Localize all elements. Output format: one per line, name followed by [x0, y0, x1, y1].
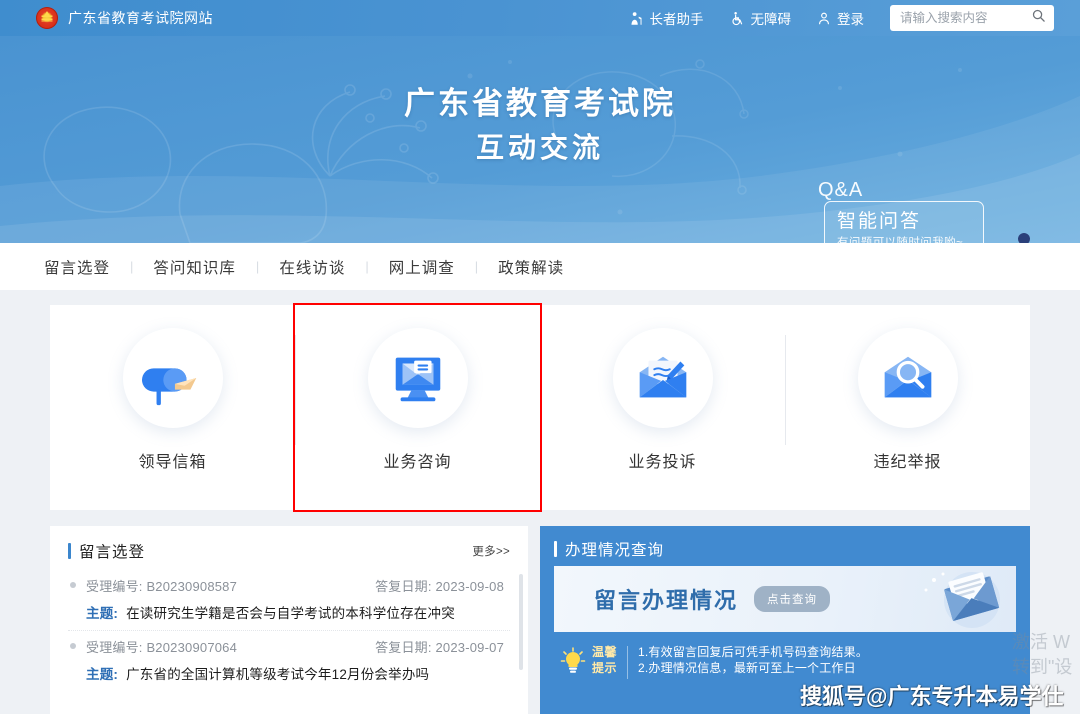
hero-banner: 广东省教育考试院 互动交流 Q&A 智能问答 有问题可以随时问我哟~ — [0, 36, 1080, 243]
reply-date-value: 2023-09-08 — [435, 579, 504, 594]
accessibility-label: 无障碍 — [750, 12, 792, 27]
top-bar: 广东省教育考试院网站 长者助手 无障碍 登录 请输入搜索内容 — [0, 0, 1080, 36]
mailbox-icon — [122, 328, 223, 428]
nav-item-wangshangdiaocha[interactable]: 网上调查 — [389, 256, 455, 278]
panel-title: 办理情况查询 — [565, 542, 665, 559]
service-card-label: 业务咨询 — [383, 454, 452, 471]
panel-title-group: 留言选登 — [68, 540, 145, 562]
case-number: 受理编号: B20230907064 — [86, 637, 237, 656]
national-emblem-icon — [36, 7, 58, 29]
case-number-value: B20230907064 — [146, 640, 238, 655]
tips-section: 温馨 提示 1.有效留言回复后可凭手机号码查询结果。 2.办理情况信息，最新可至… — [554, 644, 1016, 681]
message-selection-panel: 留言选登 更多>> 受理编号: B20230908587 答复日期: 2023-… — [50, 526, 528, 714]
message-meta: 受理编号: B20230908587 答复日期: 2023-09-08 — [86, 576, 504, 595]
nav-item-zaixianfangtan[interactable]: 在线访谈 — [279, 256, 345, 278]
list-item[interactable]: 受理编号: B20230908587 答复日期: 2023-09-08 主题: … — [68, 570, 510, 631]
subject-text[interactable]: 广东省的全国计算机等级考试今年12月份会举办吗 — [126, 663, 429, 683]
tip-line: 1.有效留言回复后可凭手机号码查询结果。 — [638, 645, 869, 659]
processing-status-panel: 办理情况查询 留言办理情况 点击查询 温馨 提示 1.有效留言回复后可凭手机号码… — [540, 526, 1030, 714]
tip-line: 2.办理情况信息，最新可至上一个工作日 — [638, 661, 856, 675]
reply-date-label: 答复日期: — [375, 640, 432, 655]
panel-header: 办理情况查询 — [554, 538, 1016, 560]
more-link[interactable]: 更多>> — [472, 543, 510, 559]
main-nav: 留言选登 | 答问知识库 | 在线访谈 | 网上调查 | 政策解读 — [0, 243, 1080, 290]
search-box[interactable] — [890, 5, 1054, 31]
title-accent-bar — [68, 543, 71, 559]
reply-date: 答复日期: 2023-09-07 — [375, 637, 504, 656]
case-number-label: 受理编号: — [86, 640, 143, 655]
panel-scrollbar[interactable] — [519, 574, 523, 670]
page-root: 广东省教育考试院网站 长者助手 无障碍 登录 请输入搜索内容 广东省教育考试院 … — [0, 0, 1080, 714]
top-bar-links: 长者助手 无障碍 登录 请输入搜索内容 — [629, 5, 1054, 31]
case-number-value: B20230908587 — [146, 579, 238, 594]
service-card-panel: 领导信箱 业务咨询 业务投诉 违纪举报 — [50, 303, 1030, 512]
message-subject-row: 主题: 在读研究生学籍是否会与自学考试的本科学位存在冲突 — [86, 602, 504, 622]
qa-bubble-subtitle: 有问题可以随时问我哟~ — [837, 237, 964, 243]
nav-item-zhengcejiedu[interactable]: 政策解读 — [498, 256, 564, 278]
nav-separator: | — [255, 259, 260, 274]
tips-label-line2: 提示 — [592, 661, 618, 675]
search-icon[interactable] — [1031, 8, 1046, 28]
elder-assistant-link[interactable]: 长者助手 — [629, 8, 704, 28]
qa-bubble[interactable]: 智能问答 有问题可以随时问我哟~ — [824, 201, 984, 243]
user-icon — [817, 11, 831, 26]
envelope-illustration-icon — [910, 568, 1010, 632]
reply-date-value: 2023-09-07 — [435, 640, 504, 655]
site-brand[interactable]: 广东省教育考试院网站 — [36, 7, 213, 29]
message-list: 受理编号: B20230908587 答复日期: 2023-09-08 主题: … — [68, 570, 510, 691]
site-name: 广东省教育考试院网站 — [68, 10, 213, 26]
nav-separator: | — [130, 259, 134, 274]
envelope-magnifier-icon — [857, 328, 958, 428]
case-number: 受理编号: B20230908587 — [86, 576, 237, 595]
message-subject-row: 主题: 广东省的全国计算机等级考试今年12月份会举办吗 — [86, 663, 504, 683]
reply-date: 答复日期: 2023-09-08 — [375, 576, 504, 595]
lightbulb-icon — [560, 646, 586, 681]
service-card-business-consult[interactable]: 业务咨询 — [293, 303, 542, 512]
panel-header: 留言选登 更多>> — [68, 540, 510, 562]
nav-separator: | — [365, 259, 369, 274]
tips-divider — [627, 646, 629, 679]
banner-subtitle: 互动交流 — [475, 132, 604, 163]
query-button[interactable]: 点击查询 — [754, 586, 831, 612]
tips-content: 1.有效留言回复后可凭手机号码查询结果。 2.办理情况信息，最新可至上一个工作日 — [638, 644, 868, 676]
service-card-label: 领导信箱 — [138, 454, 207, 471]
panel-title: 留言选登 — [79, 544, 146, 561]
query-banner-text: 留言办理情况 — [594, 588, 739, 613]
query-banner[interactable]: 留言办理情况 点击查询 — [554, 566, 1016, 632]
message-meta: 受理编号: B20230907064 答复日期: 2023-09-07 — [86, 637, 504, 656]
qa-bubble-title: 智能问答 — [837, 211, 922, 232]
nav-item-liuyanxuandeng[interactable]: 留言选登 — [44, 256, 110, 278]
subject-text[interactable]: 在读研究生学籍是否会与自学考试的本科学位存在冲突 — [126, 602, 455, 622]
tips-label-line1: 温馨 — [592, 645, 618, 659]
subject-label: 主题: — [86, 606, 119, 621]
login-label: 登录 — [837, 12, 864, 27]
title-accent-bar — [554, 541, 557, 557]
nav-separator: | — [474, 259, 479, 274]
case-number-label: 受理编号: — [86, 579, 143, 594]
service-card-mailbox[interactable]: 领导信箱 — [50, 305, 295, 510]
service-card-business-complaint[interactable]: 业务投诉 — [540, 305, 785, 510]
search-input[interactable] — [900, 11, 1027, 25]
monitor-envelope-icon — [367, 328, 468, 428]
nav-item-dawenzhishiku[interactable]: 答问知识库 — [153, 256, 236, 278]
accessibility-link[interactable]: 无障碍 — [730, 8, 792, 28]
panel-title-group: 办理情况查询 — [554, 538, 664, 560]
qa-label: Q&A — [818, 179, 864, 201]
tips-label: 温馨 提示 — [592, 644, 617, 676]
list-item[interactable]: 受理编号: B20230907064 答复日期: 2023-09-07 主题: … — [68, 631, 510, 691]
envelope-pen-icon — [612, 328, 713, 428]
subject-label: 主题: — [86, 667, 119, 682]
robot-mascot-icon[interactable] — [985, 232, 1063, 243]
reply-date-label: 答复日期: — [375, 579, 432, 594]
service-card-violation-report[interactable]: 违纪举报 — [785, 305, 1030, 510]
accessibility-icon — [730, 11, 745, 26]
banner-title: 广东省教育考试院 — [404, 86, 676, 121]
elder-assistant-icon — [629, 11, 644, 26]
service-card-label: 违纪举报 — [873, 454, 942, 471]
elder-assistant-label: 长者助手 — [649, 12, 704, 27]
service-card-label: 业务投诉 — [628, 454, 697, 471]
login-link[interactable]: 登录 — [817, 8, 864, 28]
